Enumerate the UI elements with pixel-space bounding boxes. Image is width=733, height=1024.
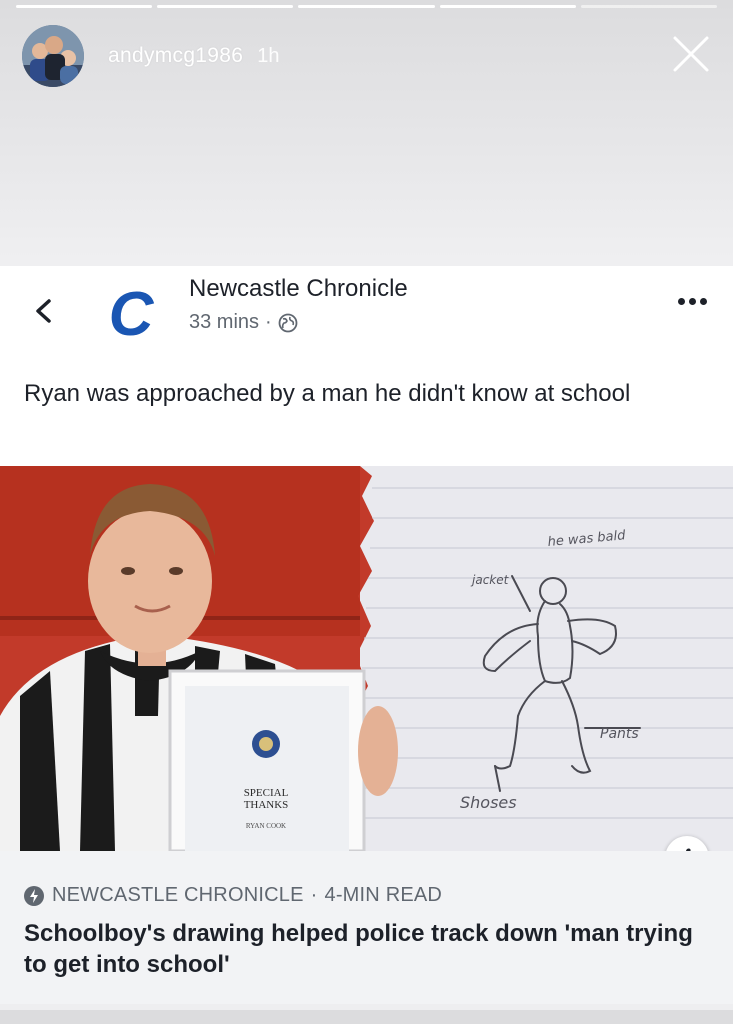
certificate-title: SPECIAL [244,787,289,799]
bolt-icon [24,885,44,906]
more-dot [678,298,685,305]
story-header: andymcg1986 1h [22,25,279,87]
drawing-label: jacket [470,573,510,587]
more-options-button[interactable] [678,298,707,305]
close-button[interactable] [671,34,711,74]
more-dot [689,298,696,305]
progress-segment [157,5,294,8]
source-name: NEWCASTLE CHRONICLE [52,884,304,906]
globe-icon [278,313,298,332]
read-time: 4-MIN READ [324,884,443,906]
progress-segment [580,5,718,8]
source-separator: · [310,884,318,906]
progress-segment [16,5,153,8]
logo-letter: C [109,280,155,349]
progress-segment [439,5,576,8]
chevron-left-icon [36,299,51,323]
page-name[interactable]: Newcastle Chronicle [189,275,408,303]
post-timestamp: 33 mins [189,311,260,333]
photo-illustration: he was bald jacket Pants Shoses SPECIAL … [0,466,733,851]
story-progress-bar [16,5,718,8]
meta-separator: · [265,311,272,333]
post-photo[interactable]: he was bald jacket Pants Shoses SPECIAL … [0,466,733,851]
story-timestamp: 1h [257,44,280,67]
page-logo[interactable]: C [97,280,167,350]
link-preview[interactable]: NEWCASTLE CHRONICLE · 4-MIN READ Schoolb… [0,851,733,1004]
more-dot [700,298,707,305]
progress-segment [298,5,435,8]
drawing-label: Shoses [460,793,517,812]
story-username[interactable]: andymcg1986 [108,44,243,68]
certificate-title: THANKS [244,799,289,811]
shared-post-card: C Newcastle Chronicle 33 mins · Ryan was… [0,266,733,1004]
post-text: Ryan was approached by a man he didn't k… [24,380,631,407]
back-button[interactable] [30,292,56,330]
article-headline[interactable]: Schoolboy's drawing helped police track … [24,918,714,980]
close-icon [673,36,709,72]
drawing-label: Pants [600,726,639,742]
link-source: NEWCASTLE CHRONICLE · 4-MIN READ [24,884,442,907]
certificate-name: RYAN COOK [246,822,286,830]
avatar[interactable] [22,25,84,87]
post-meta: 33 mins · [189,311,298,334]
bottom-divider [0,1010,733,1024]
